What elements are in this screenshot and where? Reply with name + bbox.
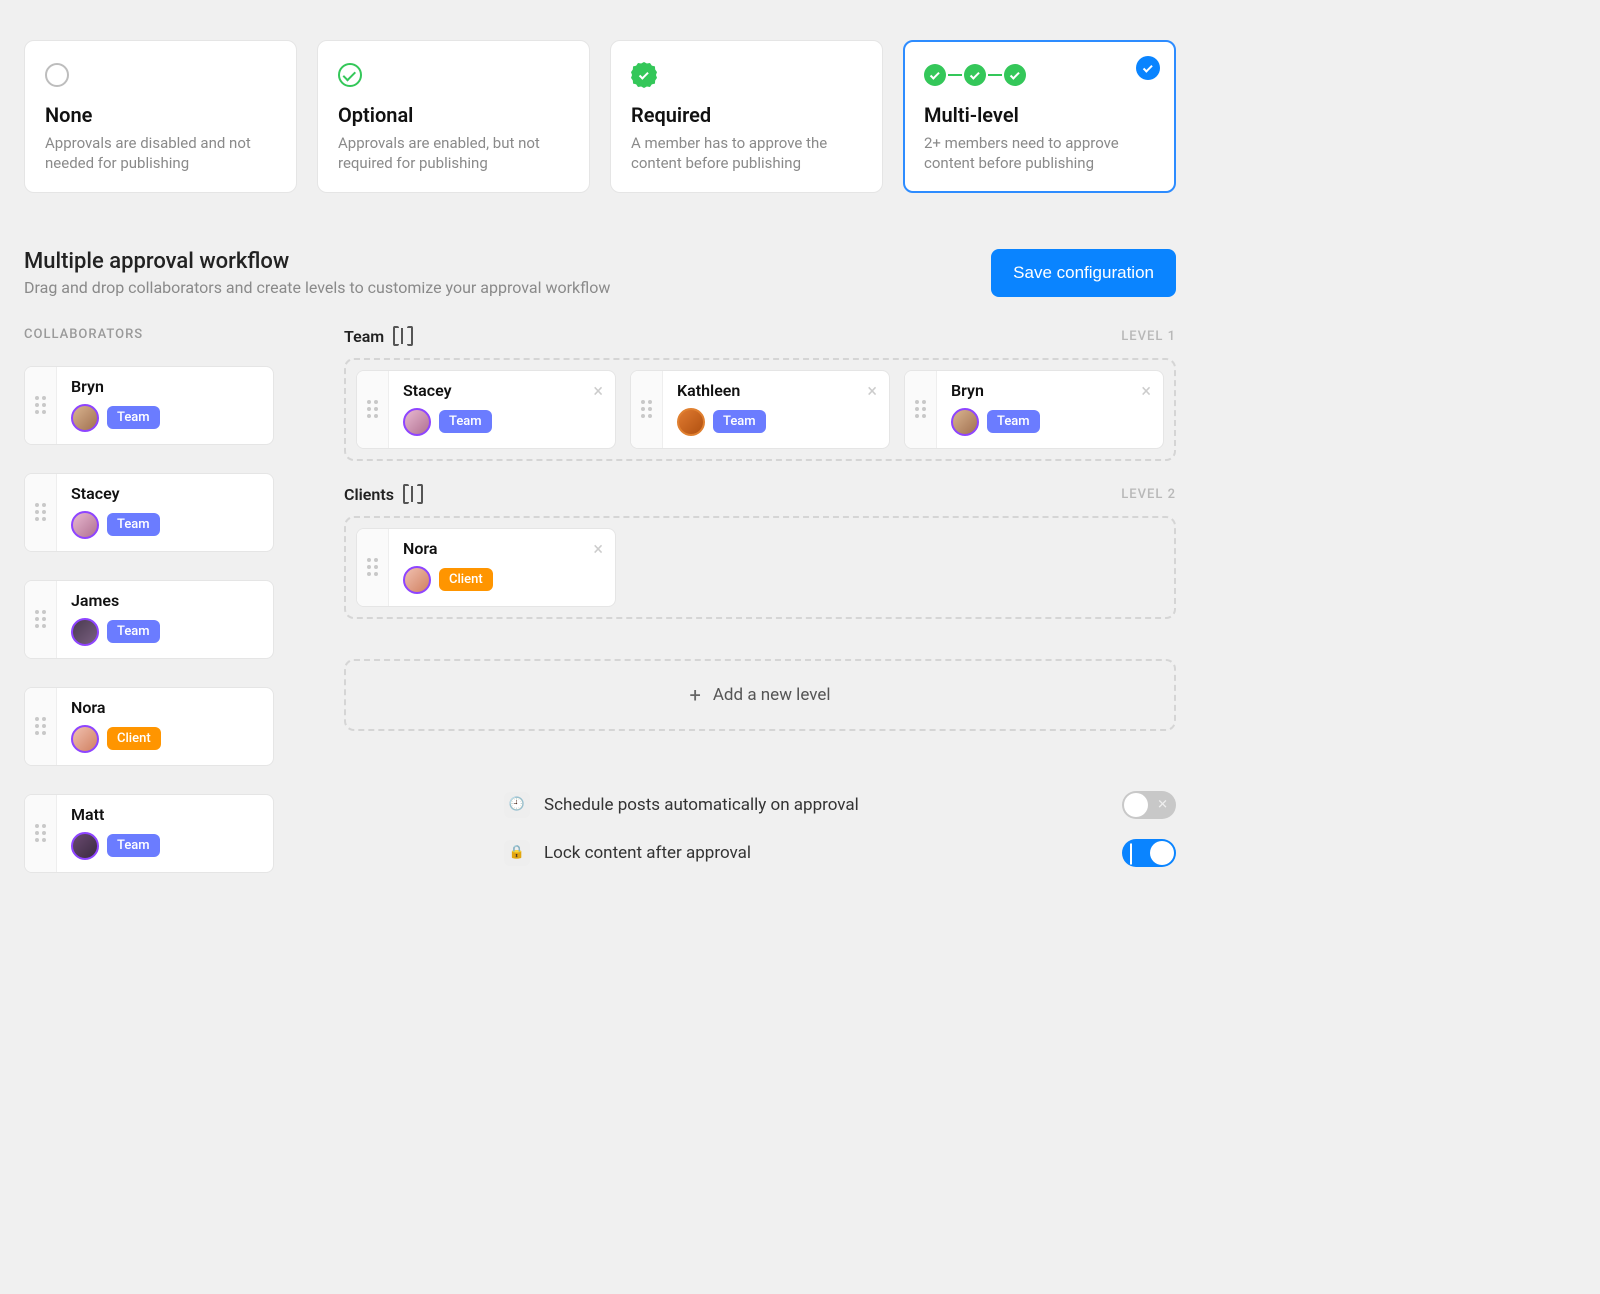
collaborator-name: Stacey bbox=[71, 484, 259, 503]
circle-empty-icon bbox=[45, 63, 69, 87]
toggle-switch[interactable] bbox=[1122, 839, 1176, 867]
avatar bbox=[71, 725, 99, 753]
drag-handle-icon[interactable] bbox=[25, 474, 57, 551]
drag-handle-icon[interactable] bbox=[631, 371, 663, 448]
multi-check-icon bbox=[924, 64, 1026, 86]
collaborator-name: James bbox=[71, 591, 259, 610]
rename-level-icon[interactable] bbox=[404, 486, 422, 502]
option-required[interactable]: Required A member has to approve the con… bbox=[610, 40, 883, 193]
level-index-label: LEVEL 2 bbox=[1121, 487, 1176, 502]
section-header: Multiple approval workflow Drag and drop… bbox=[24, 249, 1176, 297]
toggle-row: 🔒 Lock content after approval bbox=[504, 839, 1176, 867]
save-configuration-button[interactable]: Save configuration bbox=[991, 249, 1176, 297]
avatar bbox=[71, 832, 99, 860]
avatar bbox=[71, 404, 99, 432]
remove-member-button[interactable]: × bbox=[867, 383, 877, 401]
toggle-switch[interactable]: ✕ bbox=[1122, 791, 1176, 819]
option-title: Optional bbox=[338, 103, 569, 127]
drag-handle-icon[interactable] bbox=[25, 581, 57, 658]
plus-icon: + bbox=[689, 685, 700, 705]
remove-member-button[interactable]: × bbox=[593, 541, 603, 559]
toggle-row: 🕘 Schedule posts automatically on approva… bbox=[504, 791, 1176, 819]
drag-handle-icon[interactable] bbox=[357, 371, 389, 448]
option-desc: A member has to approve the content befo… bbox=[631, 133, 862, 174]
check-outline-icon bbox=[338, 63, 362, 87]
collaborator-name: Nora bbox=[403, 539, 601, 558]
toggle-label: Lock content after approval bbox=[544, 843, 1102, 863]
option-title: Required bbox=[631, 103, 862, 127]
lock-icon: 🔒 bbox=[504, 840, 530, 866]
section-title: Multiple approval workflow bbox=[24, 249, 610, 274]
role-tag: Client bbox=[107, 727, 161, 750]
option-title: Multi-level bbox=[924, 103, 1155, 127]
collaborator-name: Bryn bbox=[71, 377, 259, 396]
option-desc: 2+ members need to approve content befor… bbox=[924, 133, 1155, 174]
collaborator-card[interactable]: Stacey Team × bbox=[356, 370, 616, 449]
avatar bbox=[403, 566, 431, 594]
selected-check-icon bbox=[1136, 56, 1160, 80]
option-optional[interactable]: Optional Approvals are enabled, but not … bbox=[317, 40, 590, 193]
collaborator-card[interactable]: Stacey Team bbox=[24, 473, 274, 552]
avatar bbox=[71, 511, 99, 539]
add-level-button[interactable]: + Add a new level bbox=[344, 659, 1176, 731]
collaborator-card[interactable]: Bryn Team bbox=[24, 366, 274, 445]
rename-level-icon[interactable] bbox=[394, 328, 412, 344]
collaborators-heading: COLLABORATORS bbox=[24, 327, 284, 342]
collaborator-card[interactable]: Bryn Team × bbox=[904, 370, 1164, 449]
role-tag: Team bbox=[107, 834, 160, 857]
section-subtitle: Drag and drop collaborators and create l… bbox=[24, 278, 610, 297]
level-name: Clients bbox=[344, 485, 394, 504]
collaborators-list: Bryn Team Stacey Team James Team Nora Client Mat… bbox=[24, 366, 284, 873]
clock-icon: 🕘 bbox=[504, 792, 530, 818]
drag-handle-icon[interactable] bbox=[25, 367, 57, 444]
collaborator-name: Kathleen bbox=[677, 381, 875, 400]
option-title: None bbox=[45, 103, 276, 127]
avatar bbox=[403, 408, 431, 436]
collaborator-name: Bryn bbox=[951, 381, 1149, 400]
option-none[interactable]: None Approvals are disabled and not need… bbox=[24, 40, 297, 193]
approval-level: TeamLEVEL 1StaceyTeam×KathleenTeam×BrynT… bbox=[344, 327, 1176, 461]
level-name: Team bbox=[344, 327, 384, 346]
approval-level: Clients LEVEL 2 Nora Client × bbox=[344, 485, 1176, 619]
role-tag: Team bbox=[713, 410, 766, 433]
remove-member-button[interactable]: × bbox=[1141, 383, 1151, 401]
role-tag: Client bbox=[439, 568, 493, 591]
role-tag: Team bbox=[107, 513, 160, 536]
collaborator-card[interactable]: Nora Client bbox=[24, 687, 274, 766]
remove-member-button[interactable]: × bbox=[593, 383, 603, 401]
collaborator-name: Matt bbox=[71, 805, 259, 824]
option-desc: Approvals are enabled, but not required … bbox=[338, 133, 569, 174]
level-dropzone[interactable]: Nora Client × bbox=[344, 516, 1176, 619]
level-dropzone[interactable]: StaceyTeam×KathleenTeam×BrynTeam× bbox=[344, 358, 1176, 461]
role-tag: Team bbox=[107, 620, 160, 643]
option-desc: Approvals are disabled and not needed fo… bbox=[45, 133, 276, 174]
drag-handle-icon[interactable] bbox=[25, 688, 57, 765]
add-level-label: Add a new level bbox=[713, 685, 831, 705]
collaborator-name: Nora bbox=[71, 698, 259, 717]
drag-handle-icon[interactable] bbox=[357, 529, 389, 606]
check-badge-icon bbox=[631, 62, 657, 88]
collaborator-card[interactable]: Nora Client × bbox=[356, 528, 616, 607]
avatar bbox=[951, 408, 979, 436]
role-tag: Team bbox=[987, 410, 1040, 433]
collaborator-name: Stacey bbox=[403, 381, 601, 400]
role-tag: Team bbox=[107, 406, 160, 429]
drag-handle-icon[interactable] bbox=[25, 795, 57, 872]
approval-mode-options: None Approvals are disabled and not need… bbox=[24, 40, 1176, 193]
collaborator-card[interactable]: James Team bbox=[24, 580, 274, 659]
avatar bbox=[677, 408, 705, 436]
drag-handle-icon[interactable] bbox=[905, 371, 937, 448]
toggle-label: Schedule posts automatically on approval bbox=[544, 795, 1102, 815]
level-index-label: LEVEL 1 bbox=[1121, 329, 1176, 344]
collaborator-card[interactable]: Kathleen Team × bbox=[630, 370, 890, 449]
option-multi-level[interactable]: Multi-level 2+ members need to approve c… bbox=[903, 40, 1176, 193]
avatar bbox=[71, 618, 99, 646]
collaborator-card[interactable]: Matt Team bbox=[24, 794, 274, 873]
role-tag: Team bbox=[439, 410, 492, 433]
toggles-list: 🕘 Schedule posts automatically on approva… bbox=[344, 791, 1176, 867]
